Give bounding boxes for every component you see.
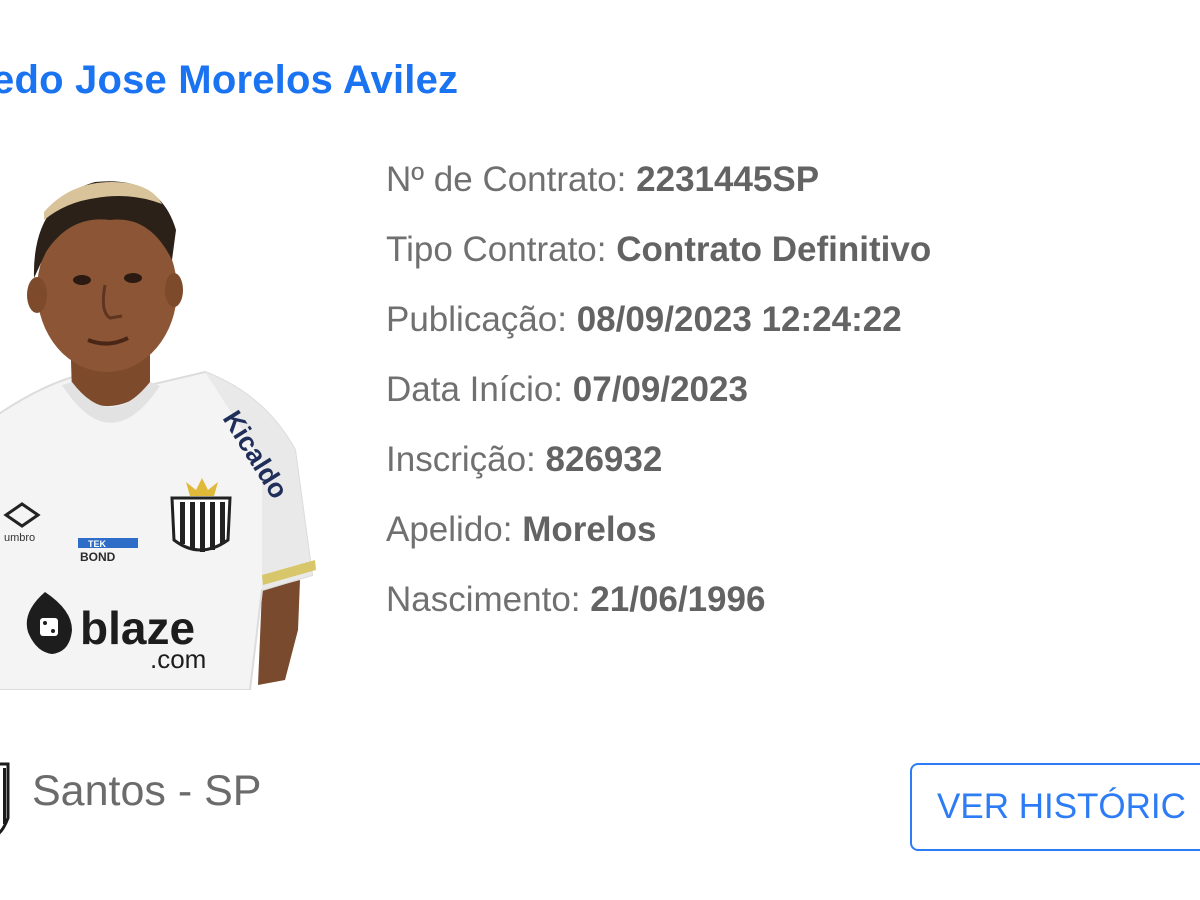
- contract-type-value: Contrato Definitivo: [616, 230, 932, 269]
- tek-bond-badge: [78, 538, 138, 548]
- bond-badge-text: BOND: [80, 550, 116, 564]
- publication-row: Publicação: 08/09/2023 12:24:22: [386, 298, 931, 368]
- registration-label: Inscrição:: [386, 440, 536, 479]
- publication-label: Publicação:: [386, 300, 567, 339]
- contract-number-value: 2231445SP: [636, 160, 820, 199]
- tek-badge-text: TEK: [88, 539, 107, 549]
- player-contract-card: edo Jose Morelos Avilez Kicaldo umbro TE…: [0, 0, 1200, 900]
- contract-type-row: Tipo Contrato: Contrato Definitivo: [386, 228, 931, 298]
- registration-row: Inscrição: 826932: [386, 438, 931, 508]
- start-date-label: Data Início:: [386, 370, 564, 409]
- umbro-text: umbro: [4, 532, 35, 544]
- view-history-button[interactable]: VER HISTÓRIC: [910, 763, 1200, 851]
- nickname-row: Apelido: Morelos: [386, 508, 931, 578]
- start-date-row: Data Início: 07/09/2023: [386, 368, 931, 438]
- contract-type-label: Tipo Contrato:: [386, 230, 607, 269]
- birth-date-row: Nascimento: 21/06/1996: [386, 578, 931, 648]
- club-name: Santos - SP: [32, 766, 262, 815]
- player-name: edo Jose Morelos Avilez: [0, 58, 459, 102]
- santos-crest-icon: [0, 762, 10, 835]
- start-date-value: 07/09/2023: [572, 370, 748, 409]
- birth-date-label: Nascimento:: [386, 580, 581, 619]
- birth-date-value: 21/06/1996: [590, 580, 766, 619]
- contract-number-label: Nº de Contrato:: [386, 160, 627, 199]
- shirt-sponsor-sub-text: .com: [150, 644, 206, 674]
- nickname-value: Morelos: [522, 510, 657, 549]
- player-photo: Kicaldo umbro TEK BOND blaze .com: [0, 160, 320, 690]
- registration-value: 826932: [545, 440, 663, 479]
- club-info: Santos - SP: [0, 760, 261, 840]
- publication-value: 08/09/2023 12:24:22: [576, 300, 902, 339]
- contract-number-row: Nº de Contrato: 2231445SP: [386, 158, 931, 228]
- nickname-label: Apelido:: [386, 510, 513, 549]
- contract-details: Nº de Contrato: 2231445SP Tipo Contrato:…: [386, 158, 931, 648]
